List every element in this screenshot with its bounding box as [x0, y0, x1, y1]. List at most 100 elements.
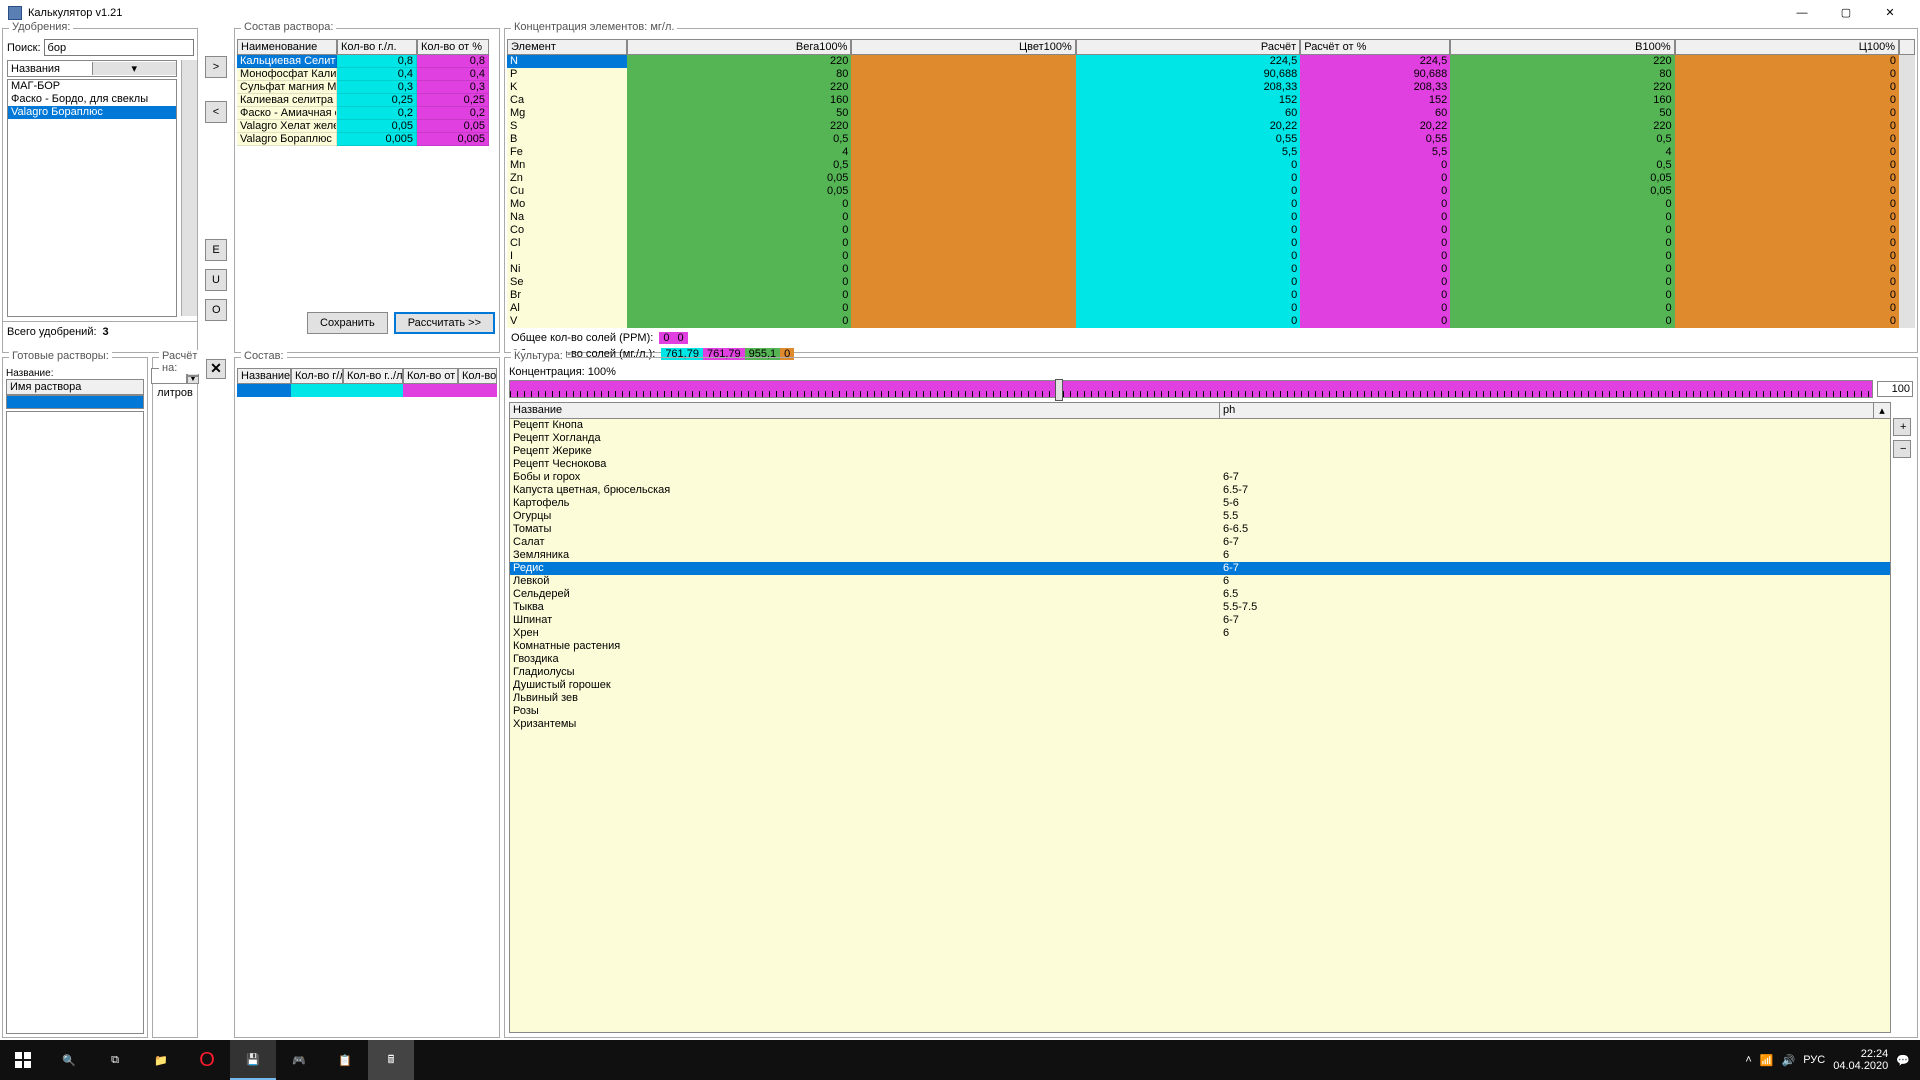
culture-row[interactable]: Рецепт Жерике: [510, 445, 1890, 458]
calculate-button[interactable]: Рассчитать >>: [394, 312, 495, 334]
fertilizer-name-dropdown[interactable]: Названия ▾: [7, 60, 177, 77]
element-row[interactable]: Cu0,05000,050: [507, 185, 1915, 198]
culture-row[interactable]: Салат6-7: [510, 536, 1890, 549]
culture-row[interactable]: Бобы и горох6-7: [510, 471, 1890, 484]
culture-row[interactable]: Комнатные растения: [510, 640, 1890, 653]
solution-name-selected[interactable]: [6, 395, 144, 409]
language-indicator[interactable]: РУС: [1803, 1054, 1825, 1066]
culture-row[interactable]: Редис6-7: [510, 562, 1890, 575]
culture-row[interactable]: Розы: [510, 705, 1890, 718]
culture-row[interactable]: Хризантемы: [510, 718, 1890, 731]
concentration-slider[interactable]: [509, 380, 1873, 398]
calculator-taskbar-icon[interactable]: 🖩: [368, 1040, 414, 1080]
element-row[interactable]: Fe45,55,540: [507, 146, 1915, 159]
culture-row[interactable]: Гвоздика: [510, 653, 1890, 666]
culture-row[interactable]: Рецепт Кнопа: [510, 419, 1890, 432]
name-label: Название:: [6, 368, 144, 379]
ready-group-label: Готовые растворы:: [9, 350, 112, 362]
element-row[interactable]: B0,50,550,550,50: [507, 133, 1915, 146]
element-row[interactable]: N220224,5224,52200: [507, 55, 1915, 68]
calcfor-group-label: Расчёт на:: [159, 350, 200, 374]
discord-icon[interactable]: 🎮: [276, 1040, 322, 1080]
element-row[interactable]: Zn0,05000,050: [507, 172, 1915, 185]
comp-hdr-pct: Кол-во от %: [417, 39, 489, 55]
culture-row[interactable]: Хрен6: [510, 627, 1890, 640]
element-row[interactable]: Mn0,5000,50: [507, 159, 1915, 172]
culture-list[interactable]: Рецепт КнопаРецепт ХогландаРецепт Жерике…: [509, 419, 1891, 1033]
element-row[interactable]: Mg506060500: [507, 107, 1915, 120]
close-button[interactable]: ✕: [1868, 1, 1912, 25]
remove-culture-button[interactable]: −: [1893, 440, 1911, 458]
fertilizer-list[interactable]: МАГ-БОРФаско - Бордо, для свеклыValagro …: [7, 79, 177, 317]
start-button[interactable]: [0, 1040, 46, 1080]
culture-row[interactable]: Томаты6-6.5: [510, 523, 1890, 536]
remove-button[interactable]: <: [205, 101, 227, 123]
fertilizer-item[interactable]: Valagro Бораплюс: [8, 106, 176, 119]
culture-row[interactable]: Тыква5.5-7.5: [510, 601, 1890, 614]
concentration-group-label: Концентрация элементов: мг/л.: [511, 21, 677, 33]
tray-chevron-icon[interactable]: ˄: [1745, 1054, 1751, 1066]
element-row[interactable]: P8090,68890,688800: [507, 68, 1915, 81]
culture-row[interactable]: Земляника6: [510, 549, 1890, 562]
element-row[interactable]: Al00000: [507, 302, 1915, 315]
culture-row[interactable]: Огурцы5.5: [510, 510, 1890, 523]
clear-button[interactable]: ✕: [206, 359, 226, 379]
element-row[interactable]: Co00000: [507, 224, 1915, 237]
element-row[interactable]: Br00000: [507, 289, 1915, 302]
element-row[interactable]: Ni00000: [507, 263, 1915, 276]
add-culture-button[interactable]: +: [1893, 418, 1911, 436]
clock[interactable]: 22:24 04.04.2020: [1833, 1048, 1888, 1072]
fertilizer-total-label: Всего удобрений:: [7, 326, 97, 338]
culture-row[interactable]: Душистый горошек: [510, 679, 1890, 692]
element-row[interactable]: I00000: [507, 250, 1915, 263]
element-row[interactable]: Se00000: [507, 276, 1915, 289]
search-label: Поиск:: [7, 42, 41, 54]
liters-spin-down[interactable]: ▼: [187, 376, 199, 384]
culture-row[interactable]: Картофель5-6: [510, 497, 1890, 510]
volume-icon[interactable]: 🔊: [1782, 1054, 1796, 1067]
element-row[interactable]: S22020,2220,222200: [507, 120, 1915, 133]
element-row[interactable]: V00000: [507, 315, 1915, 328]
culture-group-label: Культура:: [511, 350, 566, 362]
concentration-value[interactable]: [1877, 381, 1913, 397]
o-button[interactable]: O: [205, 299, 227, 321]
culture-row[interactable]: Рецепт Хогланда: [510, 432, 1890, 445]
notifications-icon[interactable]: 💬: [1896, 1054, 1910, 1067]
save-button[interactable]: Сохранить: [307, 312, 388, 334]
element-row[interactable]: Ca1601521521600: [507, 94, 1915, 107]
culture-row[interactable]: Капуста цветная, брюсельская6.5-7: [510, 484, 1890, 497]
e-button[interactable]: E: [205, 239, 227, 261]
opera-icon[interactable]: O: [184, 1040, 230, 1080]
app-icon-2[interactable]: 📋: [322, 1040, 368, 1080]
scroll-up-icon[interactable]: ▴: [1874, 403, 1890, 418]
explorer-icon[interactable]: 📁: [138, 1040, 184, 1080]
culture-row[interactable]: Шпинат6-7: [510, 614, 1890, 627]
search-icon[interactable]: 🔍: [46, 1040, 92, 1080]
concentration-label: Концентрация: 100%: [509, 366, 1913, 378]
liters-label: литров: [157, 387, 193, 399]
u-button[interactable]: U: [205, 269, 227, 291]
element-row[interactable]: Na00000: [507, 211, 1915, 224]
task-view-icon[interactable]: ⧉: [92, 1040, 138, 1080]
app-icon-1[interactable]: 💾: [230, 1040, 276, 1080]
culture-row[interactable]: Львиный зев: [510, 692, 1890, 705]
element-row[interactable]: Mo00000: [507, 198, 1915, 211]
scrollbar[interactable]: [181, 60, 197, 316]
culture-row[interactable]: Левкой6: [510, 575, 1890, 588]
add-button[interactable]: >: [205, 56, 227, 78]
maximize-button[interactable]: ▢: [1824, 1, 1868, 25]
ready-list[interactable]: [6, 411, 144, 1034]
culture-row[interactable]: Гладиолусы: [510, 666, 1890, 679]
wifi-icon[interactable]: 📶: [1760, 1054, 1774, 1067]
element-row[interactable]: Cl00000: [507, 237, 1915, 250]
comp2-group-label: Состав:: [241, 350, 287, 362]
element-row[interactable]: K220208,33208,332200: [507, 81, 1915, 94]
chevron-down-icon: ▾: [92, 62, 177, 75]
culture-row[interactable]: Сельдерей6.5: [510, 588, 1890, 601]
fertilizer-item[interactable]: Фаско - Бордо, для свеклы: [8, 93, 176, 106]
search-input[interactable]: [44, 39, 194, 56]
culture-row[interactable]: Рецепт Чеснокова: [510, 458, 1890, 471]
fertilizer-item[interactable]: МАГ-БОР: [8, 80, 176, 93]
ready-name-header: Имя раствора: [6, 379, 144, 395]
minimize-button[interactable]: —: [1780, 1, 1824, 25]
